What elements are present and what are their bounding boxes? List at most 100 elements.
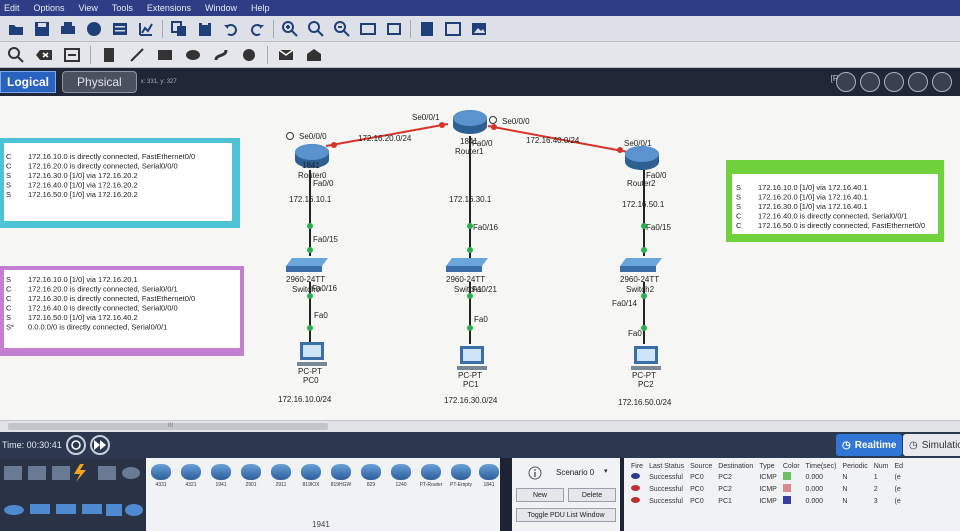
resize-icon[interactable]: [62, 45, 82, 65]
scenario-select[interactable]: Scenario 0: [556, 468, 594, 477]
subcategory-wan-emulation-icon[interactable]: [125, 504, 143, 516]
device-router-819iox[interactable]: 819IOX: [298, 464, 324, 488]
rectangle-view-icon[interactable]: [358, 19, 378, 39]
router-2[interactable]: [625, 146, 659, 170]
undo-icon[interactable]: [221, 19, 241, 39]
router-icon: [271, 464, 291, 480]
table-cell: (e: [894, 485, 901, 493]
redo-icon[interactable]: [247, 19, 267, 39]
back-icon[interactable]: [836, 72, 856, 92]
fast-forward-icon[interactable]: [89, 435, 110, 455]
activity-wizard-icon[interactable]: [84, 19, 104, 39]
note-icon[interactable]: [99, 45, 119, 65]
subcategory-security-icon[interactable]: [106, 504, 122, 516]
logical-workspace[interactable]: C 172.16.10.0 is directly connected, Fast…: [0, 96, 960, 420]
switch-0[interactable]: [286, 258, 328, 272]
zoom-in-icon[interactable]: [280, 19, 300, 39]
category-multiuser-icon[interactable]: [122, 467, 140, 479]
menu-tools[interactable]: Tools: [112, 3, 133, 13]
table-row[interactable]: Successful PC0 PC2 ICMP 0.000 N 1 (e: [628, 471, 906, 483]
chevron-down-icon[interactable]: ▾: [604, 467, 608, 475]
complex-pdu-icon[interactable]: [304, 45, 324, 65]
fire-dot-icon[interactable]: [631, 485, 640, 491]
category-misc-icon[interactable]: [98, 466, 116, 480]
tab-physical[interactable]: Physical: [62, 71, 137, 93]
fire-dot-icon[interactable]: [631, 473, 640, 479]
workspace-horizontal-scrollbar[interactable]: III: [0, 420, 960, 432]
scrollbar-grip: III: [168, 423, 174, 429]
toggle-pdu-list-button[interactable]: Toggle PDU List Window: [516, 508, 616, 522]
device-router-819hgw[interactable]: 819HGW: [328, 464, 354, 488]
simple-pdu-icon[interactable]: [276, 45, 296, 65]
background-image-icon[interactable]: [932, 72, 952, 92]
pc-2[interactable]: [631, 346, 661, 370]
router-1[interactable]: [453, 110, 487, 134]
note-router2[interactable]: S 172.16.10.0 [1/0] via 172.16.40.1 S 172.1…: [726, 160, 944, 242]
menu-options[interactable]: Options: [34, 3, 65, 13]
custom-device-icon[interactable]: [417, 19, 437, 39]
cloud-icon[interactable]: [860, 72, 880, 92]
save-icon[interactable]: [32, 19, 52, 39]
table-row[interactable]: Successful PC0 PC2 ICMP 0.000 N 2 (e: [628, 483, 906, 495]
pc-1[interactable]: [457, 346, 487, 370]
category-end-devices-icon[interactable]: [28, 466, 46, 480]
zoom-out-icon[interactable]: [332, 19, 352, 39]
device-router-1941[interactable]: 1941: [208, 464, 234, 488]
info-icon[interactable]: [528, 466, 542, 480]
network-info-icon[interactable]: [110, 19, 130, 39]
menu-view[interactable]: View: [79, 3, 98, 13]
device-router-4331[interactable]: 4331: [148, 464, 174, 488]
subcategory-routers-icon[interactable]: [4, 505, 24, 515]
ellipse-icon[interactable]: [183, 45, 203, 65]
device-router-4321[interactable]: 4321: [178, 464, 204, 488]
delete-scenario-button[interactable]: Delete: [568, 488, 616, 502]
graph-icon[interactable]: [136, 19, 156, 39]
device-router-1240[interactable]: 1240: [388, 464, 414, 488]
category-network-devices-icon[interactable]: [4, 466, 22, 480]
switch-1[interactable]: [446, 258, 488, 272]
device-router-829[interactable]: 829: [358, 464, 384, 488]
zoom-reset-icon[interactable]: [306, 19, 326, 39]
realtime-mode-button[interactable]: ◷ Realtime: [836, 434, 903, 456]
paste-icon[interactable]: [195, 19, 215, 39]
viewport-icon[interactable]: [884, 72, 904, 92]
device-router-1841[interactable]: 1841: [476, 464, 502, 488]
print-icon[interactable]: [58, 19, 78, 39]
palette-icon[interactable]: [384, 19, 404, 39]
note-router0[interactable]: C 172.16.10.0 is directly connected, Fast…: [0, 138, 240, 228]
line-icon[interactable]: [127, 45, 147, 65]
table-row[interactable]: Successful PC0 PC1 ICMP 0.000 N 3 (e: [628, 495, 906, 507]
rectangle-icon[interactable]: [155, 45, 175, 65]
tab-logical[interactable]: Logical: [0, 71, 57, 93]
subcategory-wireless-icon[interactable]: [82, 504, 102, 514]
device-router-2911[interactable]: 2911: [268, 464, 294, 488]
simulation-mode-button[interactable]: ◷Simulation: [903, 434, 960, 456]
search-icon[interactable]: [6, 45, 26, 65]
pc-0[interactable]: [297, 342, 327, 366]
category-connections-icon[interactable]: [74, 464, 86, 482]
delete-icon[interactable]: [34, 45, 54, 65]
new-scenario-button[interactable]: New: [516, 488, 564, 502]
copy-icon[interactable]: [169, 19, 189, 39]
switch-2[interactable]: [620, 258, 662, 272]
device-router-pt[interactable]: PT-Router: [418, 464, 444, 488]
subcategory-switches-icon[interactable]: [30, 504, 50, 514]
category-components-icon[interactable]: [52, 466, 70, 480]
open-folder-icon[interactable]: [6, 19, 26, 39]
menu-extensions[interactable]: Extensions: [147, 3, 191, 13]
subcategory-hubs-icon[interactable]: [56, 504, 76, 514]
image-icon[interactable]: [469, 19, 489, 39]
fire-dot-icon[interactable]: [631, 497, 640, 503]
scrollbar-thumb[interactable]: III: [8, 423, 328, 430]
device-router-pt-empty[interactable]: PT-Empty: [448, 464, 474, 488]
cluster-icon[interactable]: [443, 19, 463, 39]
device-router-2901[interactable]: 2901: [238, 464, 264, 488]
menu-edit[interactable]: Edit: [4, 3, 20, 13]
freeform-icon[interactable]: [211, 45, 231, 65]
set-tiled-background-icon[interactable]: [908, 72, 928, 92]
power-cycle-icon[interactable]: [65, 435, 86, 455]
paint-icon[interactable]: [239, 45, 259, 65]
note-router1[interactable]: S 172.16.10.0 [1/0] via 172.16.20.1 C 172.1…: [0, 266, 244, 356]
menu-help[interactable]: Help: [251, 3, 270, 13]
menu-window[interactable]: Window: [205, 3, 237, 13]
